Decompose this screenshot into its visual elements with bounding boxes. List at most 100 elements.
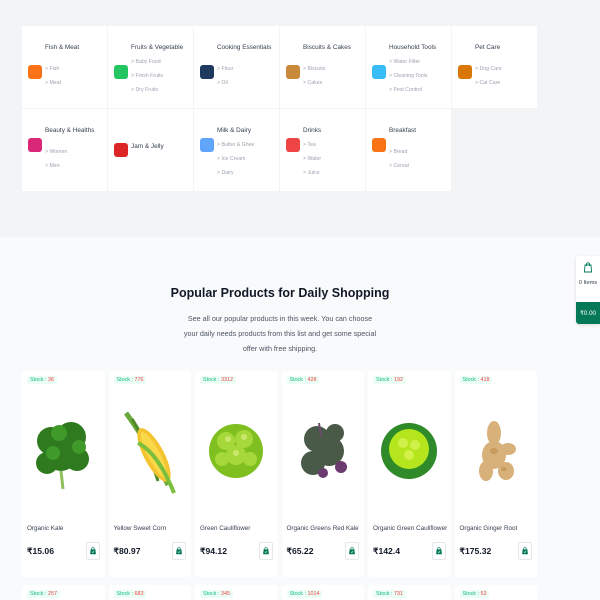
category-sub-link[interactable]: Flour xyxy=(217,62,233,76)
category-sub-link[interactable]: Cleaning Tools xyxy=(389,69,427,83)
add-to-cart-button[interactable] xyxy=(345,542,359,560)
category-sub-link[interactable]: Baby Food xyxy=(131,55,163,69)
product-card[interactable]: Stock : 257 xyxy=(22,585,105,600)
category-title[interactable]: Breakfast xyxy=(389,127,416,134)
add-to-cart-button[interactable] xyxy=(85,542,100,560)
product-card[interactable]: Stock : 776 Yellow Sweet Corn ₹80.97 xyxy=(108,371,191,577)
category-sub-link[interactable]: Dog Care xyxy=(475,62,501,76)
cart-total: ₹0.00 xyxy=(576,302,600,324)
category-sub-list: Baby FoodFresh FruitsDry Fruits xyxy=(131,55,163,97)
product-image[interactable] xyxy=(204,393,268,503)
red-kale-image xyxy=(300,422,347,478)
product-card[interactable]: Stock : 418 Organic Ginger Root ₹175.32 xyxy=(454,371,537,577)
category-sub-link[interactable]: Fish xyxy=(45,62,61,76)
category-title[interactable]: Milk & Dairy xyxy=(217,127,251,134)
product-price: ₹94.12 xyxy=(200,546,227,556)
category-title[interactable]: Biscuits & Cakes xyxy=(303,44,351,51)
category-item[interactable]: Cooking Essentials FlourOil xyxy=(194,26,279,108)
category-sub-link[interactable]: Butter & Ghee xyxy=(217,138,254,152)
category-sub-link[interactable]: Dry Fruits xyxy=(131,83,163,97)
product-row: Stock : 36 Organic Kale ₹15.06 Stock : 776 Y… xyxy=(22,371,537,577)
product-name[interactable]: Organic Kale xyxy=(27,525,63,532)
shopping-bag-icon xyxy=(522,547,528,555)
category-sub-link[interactable]: Oil xyxy=(217,76,233,90)
category-title[interactable]: Drinks xyxy=(303,127,321,134)
category-sub-link[interactable]: Men xyxy=(45,159,67,173)
product-card[interactable]: Stock : 53 xyxy=(454,585,537,600)
cart-item-count: 0 Items xyxy=(578,280,598,286)
category-title[interactable]: Fruits & Vegetable xyxy=(131,44,183,51)
category-sub-list: WomenMen xyxy=(45,145,67,173)
category-sub-link[interactable]: Pest Control xyxy=(389,83,427,97)
product-card[interactable]: Stock : 345 xyxy=(195,585,278,600)
category-title[interactable]: Household Tools xyxy=(389,44,436,51)
category-sub-link[interactable]: Cereal xyxy=(389,159,408,173)
category-title[interactable]: Pet Care xyxy=(475,44,500,51)
category-sub-link[interactable]: Tea xyxy=(303,138,321,152)
category-title[interactable]: Fish & Meat xyxy=(45,44,79,51)
category-sub-link[interactable]: Dairy xyxy=(217,166,254,180)
add-to-cart-button[interactable] xyxy=(258,542,273,560)
category-sub-link[interactable]: Women xyxy=(45,145,67,159)
product-card[interactable]: Stock : 1014 xyxy=(281,585,364,600)
category-sub-link[interactable]: Water Filter xyxy=(389,55,427,69)
section-title: Popular Products for Daily Shopping xyxy=(170,286,390,300)
add-to-cart-button[interactable] xyxy=(431,542,446,560)
product-name[interactable]: Yellow Sweet Corn xyxy=(114,525,167,532)
product-image[interactable] xyxy=(31,393,95,503)
category-title[interactable]: Beauty & Healths xyxy=(45,127,94,134)
category-sub-link[interactable]: Water xyxy=(303,152,321,166)
category-title[interactable]: Cooking Essentials xyxy=(217,44,271,51)
category-item[interactable]: Drinks TeaWaterJuice xyxy=(280,109,365,191)
category-sub-link[interactable]: Bread xyxy=(389,145,409,159)
stock-badge: Stock : 3312 xyxy=(200,376,236,384)
category-sub-link[interactable]: Fresh Fruits xyxy=(131,69,163,83)
category-sub-link[interactable]: Cakes xyxy=(303,76,325,90)
category-item[interactable]: Milk & Dairy Butter & GheeIce CreamDairy xyxy=(194,109,279,191)
category-item[interactable]: Jam & Jelly xyxy=(108,109,193,191)
cat-icon xyxy=(458,65,472,79)
product-name[interactable]: Organic Greens Red Kale xyxy=(287,525,359,532)
shopping-bag-icon xyxy=(89,547,96,555)
category-item[interactable]: Fish & Meat FishMeat xyxy=(22,26,107,108)
product-card[interactable]: Stock : 36 Organic Kale ₹15.06 xyxy=(22,371,105,577)
category-title[interactable]: Jam & Jelly xyxy=(131,143,164,150)
cart-summary[interactable]: 0 Items xyxy=(576,256,600,302)
product-card[interactable]: Stock : 731 xyxy=(368,585,451,600)
category-sub-link[interactable]: Cat Care xyxy=(475,76,502,90)
category-item[interactable]: Biscuits & Cakes BiscuitsCakes xyxy=(280,26,365,108)
category-grid: Fish & Meat FishMeat Fruits & Vegetable Bab… xyxy=(22,26,537,191)
product-name[interactable]: Organic Ginger Root xyxy=(460,525,518,532)
category-sub-list: Dog CareCat Care xyxy=(475,62,502,90)
category-sub-link[interactable]: Juice xyxy=(303,166,321,180)
product-card[interactable]: Stock : 683 xyxy=(108,585,191,600)
add-to-cart-button[interactable] xyxy=(518,542,532,560)
category-sub-link[interactable]: Meat xyxy=(45,76,61,90)
category-item[interactable]: Fruits & Vegetable Baby FoodFresh FruitsD… xyxy=(108,26,193,108)
product-card[interactable]: Stock : 3312 Green Cauliflower ₹94.12 xyxy=(195,371,278,577)
category-sub-link[interactable]: Biscuits xyxy=(303,62,325,76)
stock-badge: Stock : 428 xyxy=(286,376,320,384)
product-card[interactable]: Stock : 428 Organic Greens Red Kale ₹65.22 xyxy=(281,371,364,577)
add-to-cart-button[interactable] xyxy=(172,542,186,560)
stock-badge: Stock : 731 xyxy=(373,590,406,598)
corn-image xyxy=(123,411,176,494)
product-image[interactable] xyxy=(291,393,355,503)
category-item[interactable]: Beauty & Healths WomenMen xyxy=(22,109,107,191)
romanesco-image xyxy=(209,424,263,478)
category-sub-list: Water FilterCleaning ToolsPest Control xyxy=(389,55,427,97)
product-name[interactable]: Organic Green Cauliflower xyxy=(373,525,447,532)
category-sub-link[interactable]: Ice Cream xyxy=(217,152,254,166)
category-item[interactable]: Pet Care Dog CareCat Care xyxy=(452,26,537,108)
floating-cart[interactable]: 0 Items ₹0.00 xyxy=(576,256,600,324)
stock-badge: Stock : 776 xyxy=(113,376,147,384)
product-image[interactable] xyxy=(377,393,441,503)
category-item[interactable]: Household Tools Water FilterCleaning Tool… xyxy=(366,26,451,108)
category-sub-list: TeaWaterJuice xyxy=(303,138,321,180)
product-card[interactable]: Stock : 192 Organic Green Cauliflower ₹142… xyxy=(368,371,451,577)
product-image[interactable] xyxy=(118,393,182,503)
category-item[interactable]: Breakfast BreadCereal xyxy=(366,109,451,191)
cooking-pot-icon xyxy=(200,65,214,79)
product-name[interactable]: Green Cauliflower xyxy=(200,525,250,532)
product-image[interactable] xyxy=(464,393,528,503)
